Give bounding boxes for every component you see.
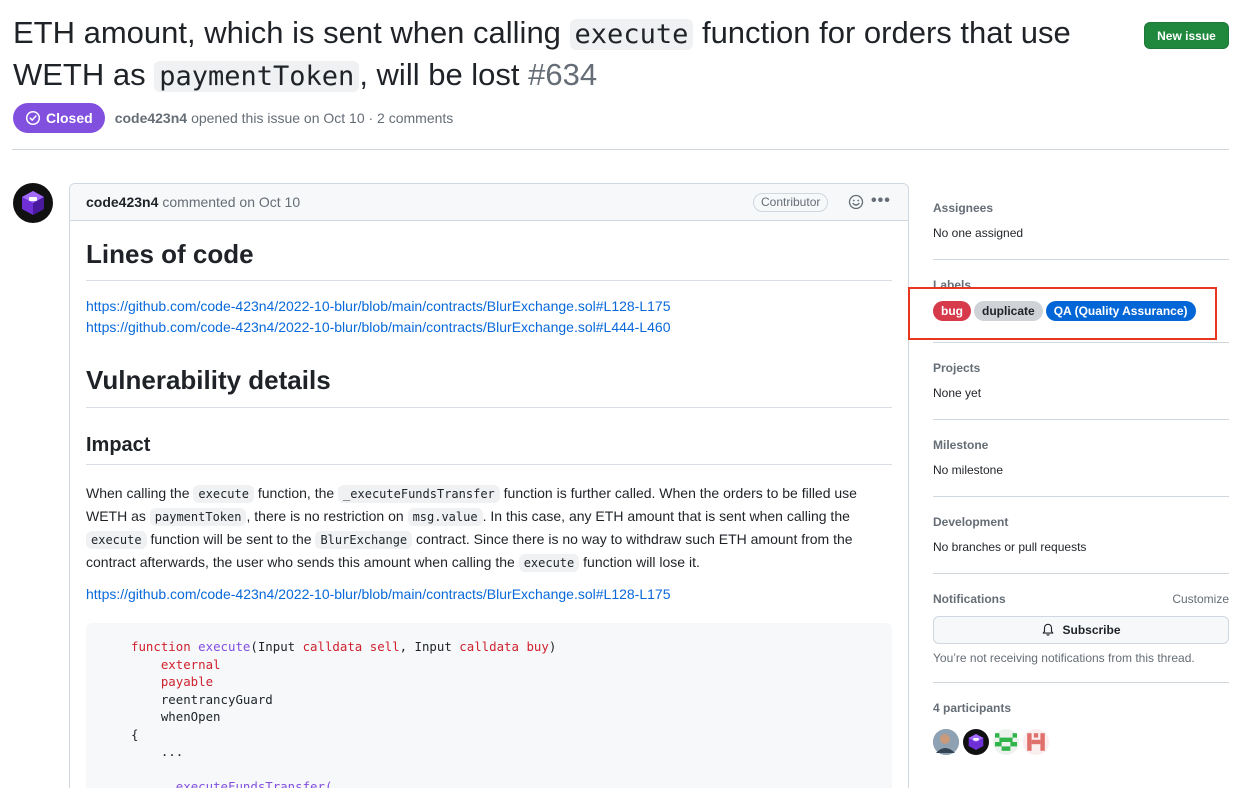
- subscribe-label: Subscribe: [1062, 623, 1121, 637]
- milestone-title: Milestone: [933, 438, 989, 452]
- issue-title: ETH amount, which is sent when calling e…: [13, 13, 1113, 97]
- sidebar-divider: [933, 259, 1229, 260]
- projects-title: Projects: [933, 361, 981, 375]
- heading-lines-of-code: Lines of code: [86, 239, 254, 269]
- sidebar-divider: [933, 419, 1229, 420]
- issue-meta: Closed code423n4 opened this issue on Oc…: [13, 102, 453, 133]
- notifications-note: You’re not receiving notifications from …: [933, 651, 1195, 665]
- development-section[interactable]: Development No branches or pull requests: [933, 515, 1229, 554]
- heading-divider: [86, 407, 892, 408]
- avatar[interactable]: [13, 183, 53, 223]
- title-text: , will be lost: [359, 57, 529, 92]
- issue-author-link[interactable]: code423n4: [115, 110, 187, 126]
- issue-opened-text: opened this issue on Oct 10 · 2 comments: [191, 109, 454, 126]
- code-link[interactable]: https://github.com/code-423n4/2022-10-bl…: [86, 319, 670, 335]
- heading-vulnerability-details: Vulnerability details: [86, 365, 331, 395]
- code423n4-logo-icon: [22, 191, 44, 215]
- identicon-green-icon: [995, 733, 1017, 751]
- assignees-section[interactable]: Assignees No one assigned: [933, 201, 1229, 240]
- projects-section[interactable]: Projects None yet: [933, 361, 1229, 400]
- identicon-red-icon: [1027, 733, 1045, 751]
- status-badge: Closed: [13, 102, 105, 133]
- subscribe-button[interactable]: Subscribe: [933, 616, 1229, 644]
- avatar[interactable]: [993, 729, 1019, 755]
- bell-icon: [1043, 623, 1054, 636]
- heading-divider: [86, 464, 892, 465]
- issue-number: #634: [528, 57, 598, 92]
- heading-divider: [86, 280, 892, 281]
- issue-comment: code423n4 commented on Oct 10 Contributo…: [69, 183, 909, 788]
- title-code: execute: [569, 19, 694, 50]
- sidebar-divider: [933, 496, 1229, 497]
- person-photo-icon: [933, 729, 959, 755]
- comment-author-link[interactable]: code423n4: [86, 194, 158, 210]
- comment-timestamp[interactable]: commented on Oct 10: [162, 194, 300, 210]
- customize-link[interactable]: Customize: [1172, 592, 1229, 606]
- new-issue-button[interactable]: New issue: [1144, 22, 1229, 49]
- title-text: ETH amount, which is sent when calling: [13, 15, 570, 50]
- participants-list: [933, 729, 1229, 755]
- milestone-value: No milestone: [933, 463, 1004, 477]
- milestone-section[interactable]: Milestone No milestone: [933, 438, 1229, 477]
- status-label: Closed: [46, 109, 93, 126]
- notifications-section: Notifications Customize Subscribe You’re…: [933, 592, 1229, 665]
- code-link[interactable]: https://github.com/code-423n4/2022-10-bl…: [86, 586, 670, 602]
- sidebar-divider: [933, 682, 1229, 683]
- heading-impact: Impact: [86, 434, 151, 456]
- avatar[interactable]: [933, 729, 959, 755]
- impact-paragraph: When calling the execute function, the _…: [86, 485, 857, 572]
- avatar[interactable]: [1023, 729, 1049, 755]
- contributor-badge: Contributor: [753, 193, 829, 212]
- header-divider: [12, 149, 1229, 150]
- sidebar-divider: [933, 342, 1229, 343]
- kebab-menu-icon[interactable]: •••: [871, 192, 891, 210]
- avatar[interactable]: [963, 729, 989, 755]
- code-block: function execute(Input calldata sell, In…: [86, 623, 892, 788]
- participants-section: 4 participants: [933, 701, 1229, 755]
- check-circle-icon: [25, 110, 41, 125]
- labels-highlight-box: [908, 287, 1217, 340]
- development-title: Development: [933, 515, 1009, 529]
- comment-header: code423n4 commented on Oct 10 Contributo…: [70, 184, 908, 221]
- participants-title: 4 participants: [933, 701, 1012, 715]
- projects-value: None yet: [933, 386, 982, 400]
- smiley-icon[interactable]: [848, 194, 864, 210]
- assignees-value: No one assigned: [933, 226, 1024, 240]
- title-code: paymentToken: [154, 61, 360, 92]
- code-link[interactable]: https://github.com/code-423n4/2022-10-bl…: [86, 298, 670, 314]
- development-value: No branches or pull requests: [933, 540, 1087, 554]
- sidebar-divider: [933, 573, 1229, 574]
- assignees-title: Assignees: [933, 201, 994, 215]
- code423n4-logo-icon: [968, 734, 984, 750]
